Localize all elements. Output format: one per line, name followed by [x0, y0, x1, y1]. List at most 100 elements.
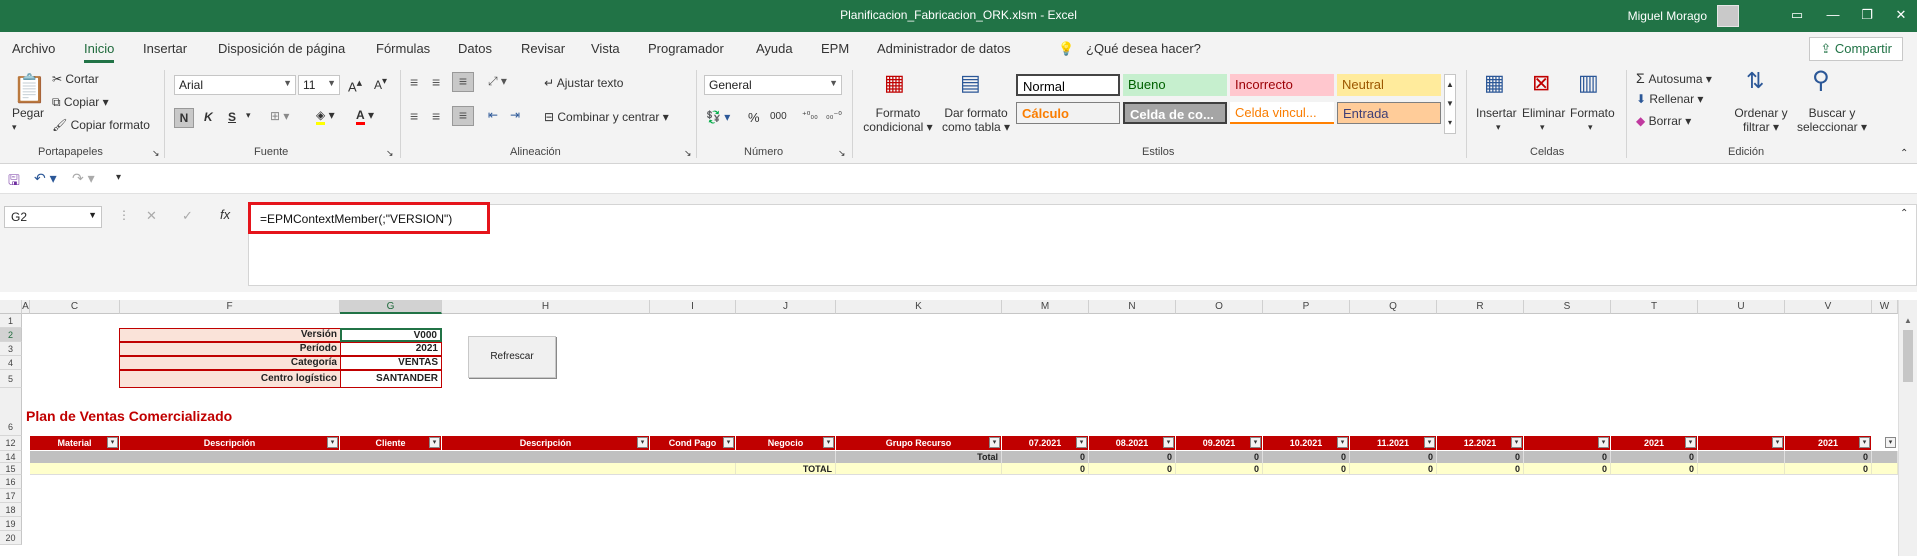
align-left-icon[interactable]: ≡ [410, 108, 418, 124]
table-header-cond-pago[interactable]: Cond Pago ▾ [650, 436, 736, 450]
column-header-o[interactable]: O [1176, 300, 1263, 314]
row-15-value[interactable]: 0 [1263, 463, 1350, 475]
fill-color-icon[interactable]: ◈ ▾ [316, 108, 335, 125]
filter-dropdown-icon[interactable]: ▾ [1598, 437, 1609, 448]
align-right-icon[interactable]: ≡ [452, 106, 474, 126]
row-14-value[interactable]: 0 [1263, 451, 1350, 463]
delete-cells-button[interactable]: Eliminar [1522, 106, 1565, 120]
tell-me-search[interactable]: ¿Qué desea hacer? [1086, 41, 1201, 56]
style-entrada[interactable]: Entrada [1337, 102, 1441, 124]
filter-dropdown-icon[interactable]: ▾ [429, 437, 440, 448]
style-celda-comprobacion[interactable]: Celda de co... [1123, 102, 1227, 124]
insert-cells-button[interactable]: Insertar [1476, 106, 1517, 120]
insert-dropdown-icon[interactable]: ▾ [1496, 122, 1501, 133]
column-header-r[interactable]: R [1437, 300, 1524, 314]
thousands-icon[interactable]: 000 [770, 111, 787, 122]
filter-dropdown-icon[interactable]: ▾ [823, 437, 834, 448]
tab-datos[interactable]: Datos [458, 41, 492, 56]
row-14-value[interactable]: 0 [1350, 451, 1437, 463]
ribbon-display-icon[interactable]: ▭ [1789, 7, 1805, 23]
tab-epm[interactable]: EPM [821, 41, 849, 56]
row-15-value[interactable]: 0 [1002, 463, 1089, 475]
tab-archivo[interactable]: Archivo [12, 41, 55, 56]
param-value-categoria[interactable]: VENTAS [340, 356, 442, 370]
row-header-19[interactable]: 19 [0, 517, 22, 531]
tab-formulas[interactable]: Fórmulas [376, 41, 430, 56]
style-neutral[interactable]: Neutral [1337, 74, 1441, 96]
row-15-blank[interactable] [30, 463, 736, 475]
borders-icon[interactable]: ⊞ ▾ [270, 109, 289, 123]
font-color-icon[interactable]: A ▾ [356, 108, 374, 125]
redo-icon[interactable]: ↷ ▾ [72, 170, 95, 187]
style-calculo[interactable]: Cálculo [1016, 102, 1120, 124]
row-15-value[interactable]: 0 [1350, 463, 1437, 475]
filter-dropdown-icon[interactable]: ▾ [637, 437, 648, 448]
scroll-up-icon[interactable]: ▲ [1904, 316, 1912, 325]
row-header-1[interactable]: 1 [0, 314, 22, 328]
lightbulb-icon[interactable]: 💡 [1058, 41, 1074, 57]
format-table-button[interactable]: Dar formato como tabla ▾ [936, 106, 1016, 134]
tab-insertar[interactable]: Insertar [143, 41, 187, 56]
row-15-value[interactable]: 0 [1176, 463, 1263, 475]
row-15-value[interactable]: 0 [1611, 463, 1698, 475]
cut-button[interactable]: ✂ Cortar [52, 72, 99, 86]
filter-dropdown-icon[interactable]: ▾ [1511, 437, 1522, 448]
copy-button[interactable]: ⧉ Copiar ▾ [52, 95, 109, 110]
name-box-splitter[interactable]: ⋮ [118, 208, 130, 222]
row-header-15[interactable]: 15 [0, 463, 22, 475]
styles-gallery-scroll[interactable]: ▲ ▼ ▾ [1444, 74, 1456, 134]
row-14-value[interactable]: 0 [1437, 451, 1524, 463]
style-incorrecto[interactable]: Incorrecto [1230, 74, 1334, 96]
row-14-blank[interactable] [30, 451, 836, 463]
scrollbar-thumb[interactable] [1903, 330, 1913, 382]
formula-input[interactable]: =EPMContextMember(;"VERSION") [260, 212, 452, 226]
decrease-decimal-icon[interactable]: ₀₀⁻⁰ [826, 110, 842, 121]
column-header-v[interactable]: V [1785, 300, 1872, 314]
font-name-select[interactable]: Arial ▼ [174, 75, 296, 95]
table-header-07-2021[interactable]: 07.2021 ▾ [1002, 436, 1089, 450]
wrap-text-button[interactable]: ↵ Ajustar texto [544, 76, 623, 90]
number-format-select[interactable]: General ▼ [704, 75, 842, 95]
tab-administrador[interactable]: Administrador de datos [877, 41, 1011, 56]
font-launcher-icon[interactable]: ↘ [386, 148, 394, 159]
formula-input-area[interactable] [248, 204, 1917, 286]
row-14-value[interactable]: 0 [1176, 451, 1263, 463]
filter-dropdown-icon[interactable]: ▾ [1337, 437, 1348, 448]
column-header-h[interactable]: H [442, 300, 650, 314]
table-header-grupo-recurso[interactable]: Grupo Recurso ▾ [836, 436, 1002, 450]
delete-cells-icon[interactable]: ⊠ [1532, 70, 1550, 96]
worksheet-grid[interactable]: A C F G H I J K M N O P Q R S T U V W 1 … [0, 300, 1917, 556]
column-header-m[interactable]: M [1002, 300, 1089, 314]
row-header-3[interactable]: 3 [0, 342, 22, 356]
delete-dropdown-icon[interactable]: ▾ [1540, 122, 1545, 133]
conditional-format-button[interactable]: Formato condicional ▾ [860, 106, 936, 134]
row-header-4[interactable]: 4 [0, 356, 22, 370]
enter-icon[interactable]: ✓ [182, 208, 193, 224]
paste-button[interactable]: Pegar [12, 106, 44, 120]
column-header-c[interactable]: C [30, 300, 120, 314]
table-header-12-2021[interactable]: 12.2021 ▾ [1437, 436, 1524, 450]
magnifier-icon[interactable]: ⚲ [1812, 66, 1830, 95]
format-cells-icon[interactable]: ▥ [1578, 70, 1599, 96]
format-cells-button[interactable]: Formato [1570, 106, 1615, 120]
style-bueno[interactable]: Bueno [1123, 74, 1227, 96]
table-header-08-2021[interactable]: 08.2021 ▾ [1089, 436, 1176, 450]
row-header-6[interactable]: 6 [0, 388, 22, 436]
row-header-2[interactable]: 2 [0, 328, 22, 342]
user-name[interactable]: Miguel Morago [1628, 9, 1707, 23]
row-15-blank[interactable] [1872, 463, 1898, 475]
column-header-g[interactable]: G [340, 300, 442, 314]
row-15-blank[interactable] [1698, 463, 1785, 475]
restore-icon[interactable]: ❐ [1859, 7, 1875, 23]
align-top-icon[interactable]: ≡ [410, 74, 418, 90]
table-header-2021-t[interactable]: 2021 ▾ [1611, 436, 1698, 450]
decrease-indent-icon[interactable]: ⇤ [488, 108, 498, 122]
expand-formula-icon[interactable]: ⌃ [1900, 208, 1908, 219]
table-header-u[interactable]: ▾ [1698, 436, 1785, 450]
refresh-button[interactable]: Refrescar [468, 336, 556, 378]
row-header-12[interactable]: 12 [0, 436, 22, 451]
paste-icon[interactable]: 📋 [12, 72, 47, 105]
table-header-11-2021[interactable]: 11.2021 ▾ [1350, 436, 1437, 450]
table-header-negocio[interactable]: Negocio ▾ [736, 436, 836, 450]
save-icon[interactable]: 🖫 [8, 170, 20, 194]
